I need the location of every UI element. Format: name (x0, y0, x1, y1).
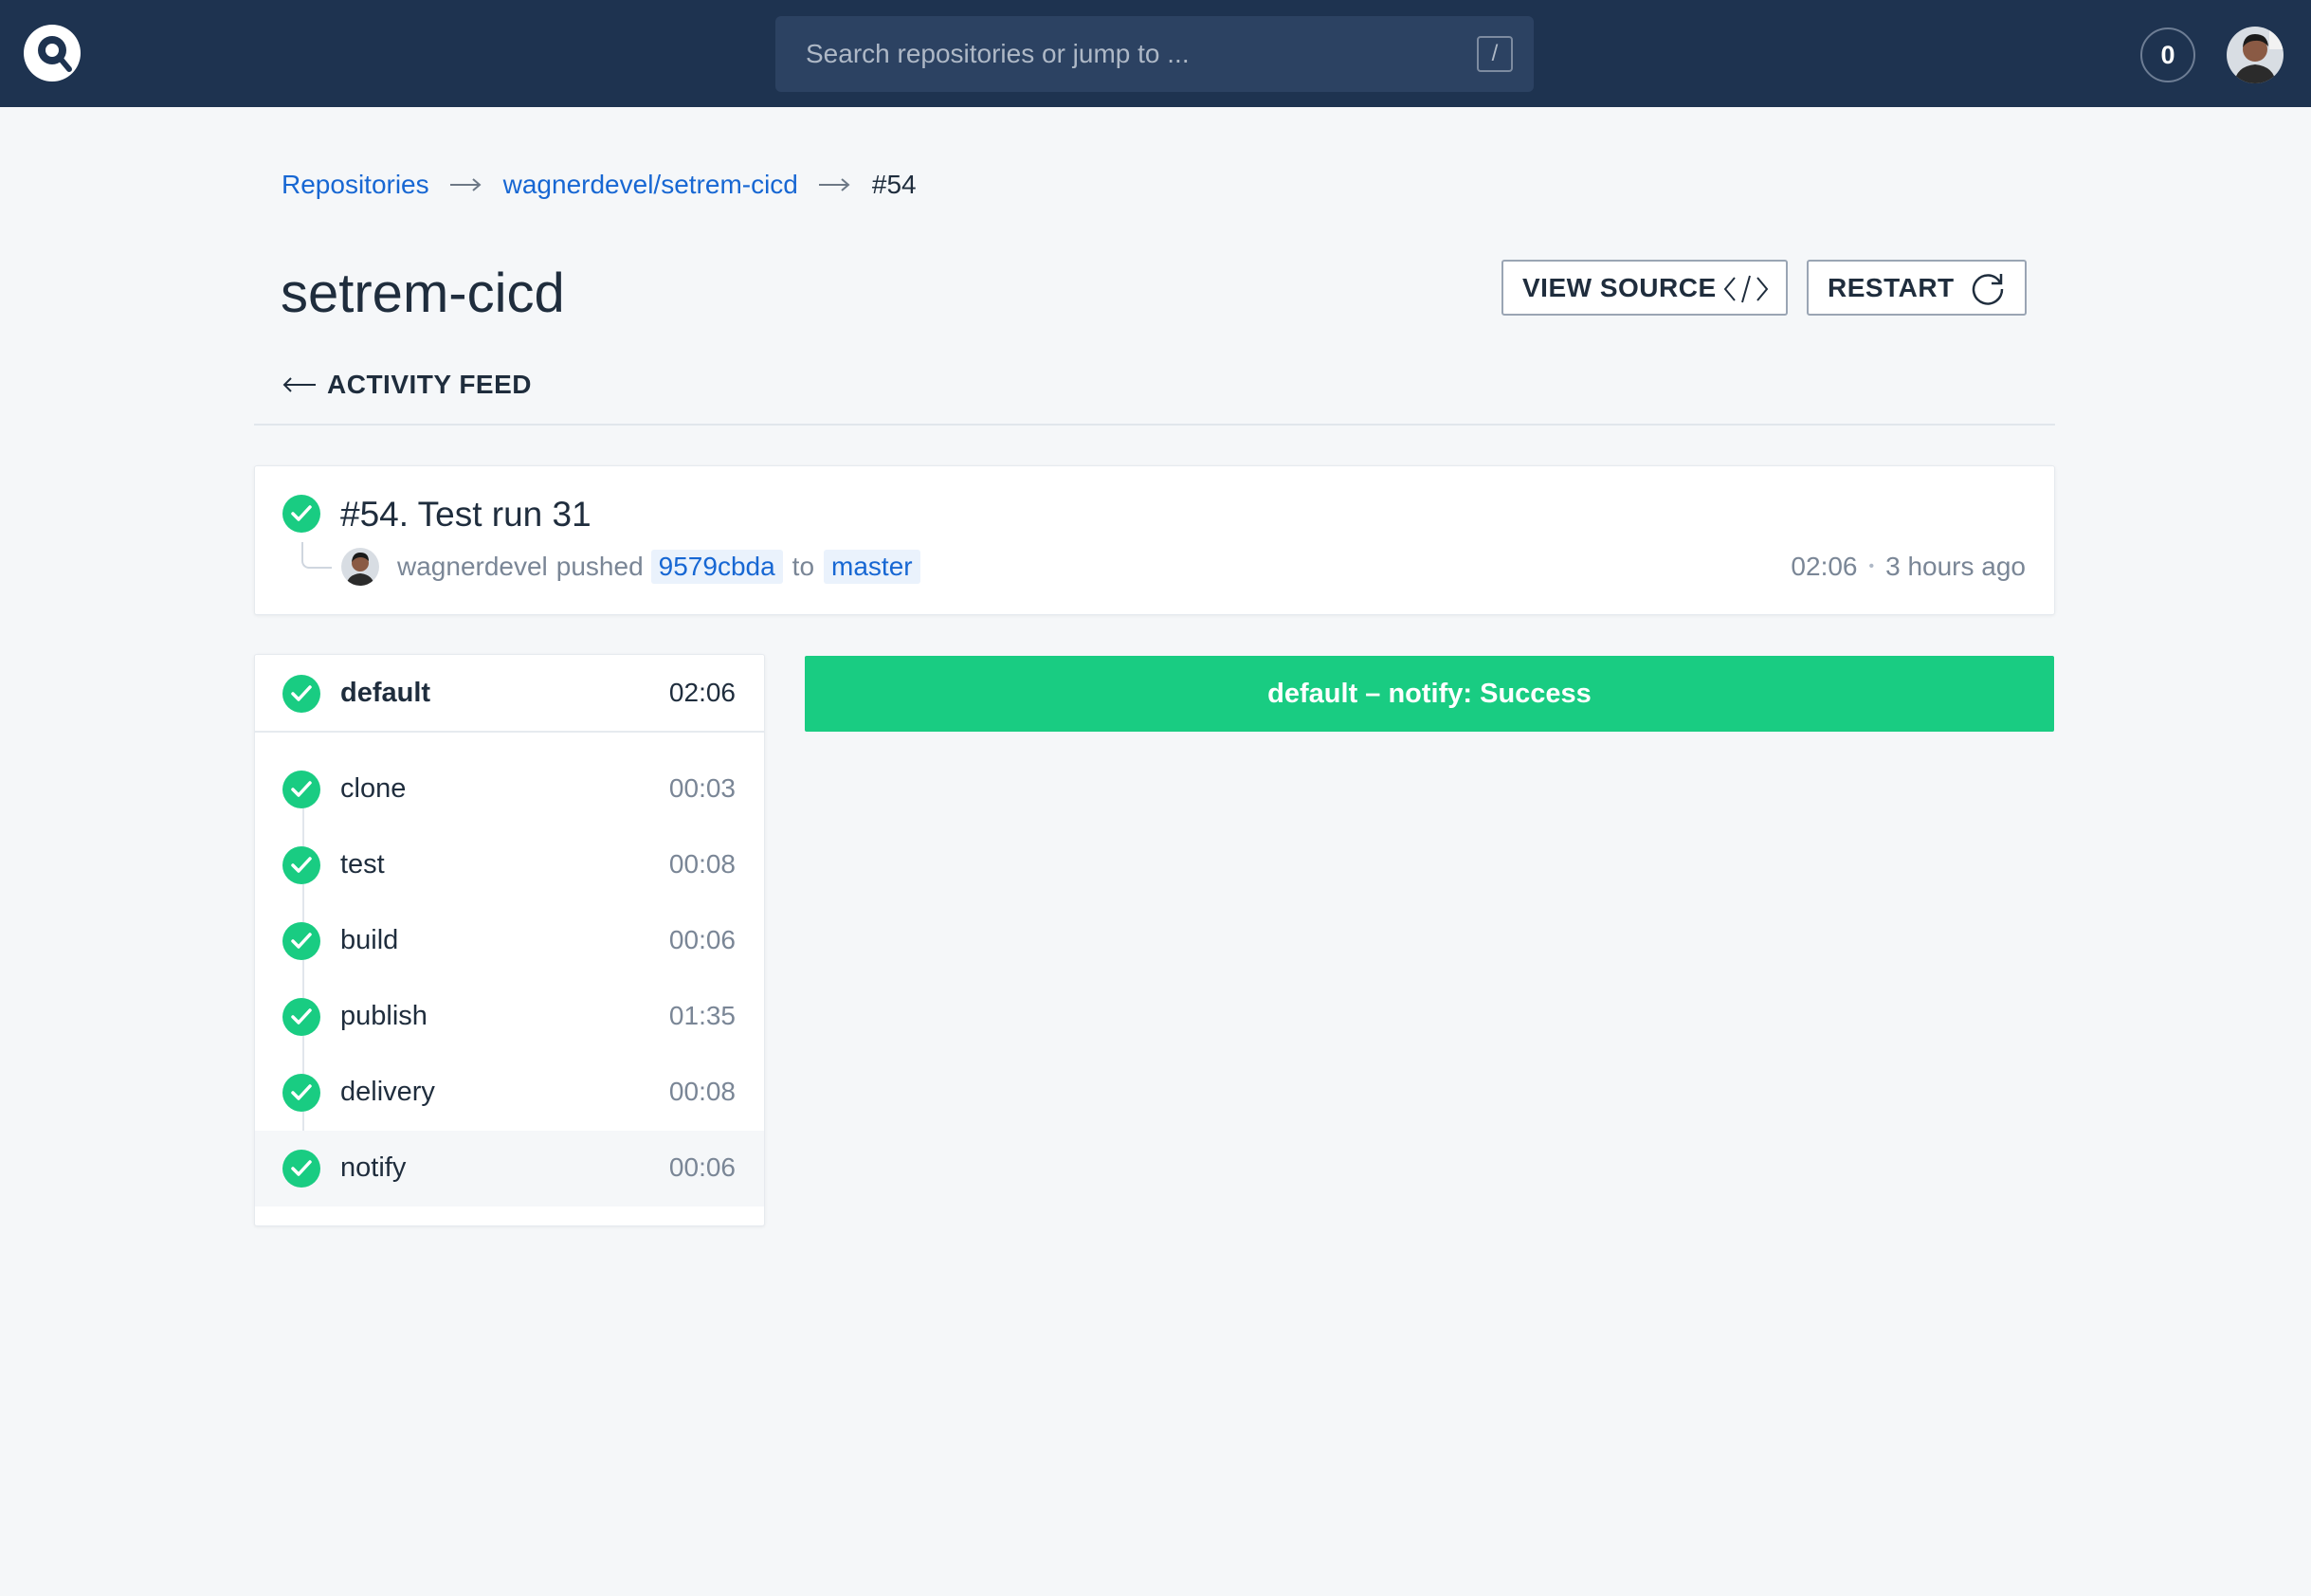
step-duration: 00:03 (668, 773, 736, 803)
activity-feed-back-link[interactable]: ACTIVITY FEED (282, 370, 532, 400)
success-check-icon (282, 922, 320, 960)
page-title: setrem-cicd (281, 263, 565, 324)
author-avatar (341, 548, 379, 586)
success-check-icon (282, 771, 320, 808)
commit-author: wagnerdevel (397, 552, 548, 581)
commit-action: pushed (555, 552, 644, 581)
breadcrumb-current-build: #54 (871, 170, 917, 199)
step-clone[interactable]: clone 00:03 (255, 752, 764, 827)
step-delivery[interactable]: delivery 00:08 (255, 1055, 764, 1131)
step-build[interactable]: build 00:06 (255, 903, 764, 979)
step-duration: 00:06 (668, 1152, 736, 1182)
commit-info: wagnerdevel pushed 9579cbda to master (397, 548, 930, 586)
build-timing: 02:06 • 3 hours ago (1791, 548, 2026, 586)
step-duration: 00:08 (668, 1077, 736, 1106)
breadcrumb: Repositories wagnerdevel/setrem-cicd #54 (282, 166, 917, 204)
build-title: #54. Test run 31 (340, 495, 591, 534)
top-navigation-bar: Search repositories or jump to ... / 0 (0, 0, 2311, 107)
search-shortcut-key: / (1477, 36, 1513, 72)
user-avatar[interactable] (2227, 27, 2284, 83)
arrow-left-icon (282, 377, 316, 392)
search-input[interactable]: Search repositories or jump to ... / (775, 16, 1534, 92)
view-source-label: VIEW SOURCE (1522, 272, 1717, 302)
notification-count-button[interactable]: 0 (2140, 27, 2195, 82)
step-name: delivery (340, 1077, 435, 1107)
arrow-right-icon (818, 177, 851, 192)
code-icon (1723, 275, 1769, 303)
step-duration: 00:06 (668, 925, 736, 954)
step-status-banner: default – notify: Success (805, 656, 2054, 732)
pipeline-header[interactable]: default 02:06 (255, 655, 764, 733)
pipeline-duration: 02:06 (668, 678, 736, 707)
pipeline-steps-card: default 02:06 clone 00:03 test 00:08 bui… (254, 654, 765, 1226)
step-name: test (340, 849, 385, 880)
step-publish[interactable]: publish 01:35 (255, 979, 764, 1055)
commit-sha-link[interactable]: 9579cbda (650, 550, 783, 584)
success-check-icon (282, 998, 320, 1036)
step-name: notify (340, 1152, 407, 1183)
refresh-icon (1972, 274, 2004, 305)
build-summary-card: #54. Test run 31 wagnerdevel pushed 9579… (254, 465, 2055, 615)
step-notify[interactable]: notify 00:06 (255, 1131, 764, 1206)
step-name: build (340, 925, 399, 955)
step-name: clone (340, 773, 407, 804)
branch-link[interactable]: master (824, 550, 920, 584)
arrow-right-icon (449, 177, 482, 192)
drone-logo-icon[interactable] (22, 23, 82, 83)
build-started: 3 hours ago (1885, 552, 2026, 581)
success-check-icon (282, 1074, 320, 1112)
view-source-button[interactable]: VIEW SOURCE (1501, 260, 1788, 316)
step-test[interactable]: test 00:08 (255, 827, 764, 903)
success-check-icon (282, 675, 320, 713)
step-duration: 01:35 (668, 1001, 736, 1030)
build-duration: 02:06 (1791, 552, 1858, 581)
success-check-icon (282, 495, 320, 533)
pipeline-name: default (340, 678, 431, 708)
breadcrumb-repo-link[interactable]: wagnerdevel/setrem-cicd (503, 170, 798, 200)
breadcrumb-repositories-link[interactable]: Repositories (282, 170, 429, 200)
restart-label: RESTART (1828, 272, 1955, 302)
success-check-icon (282, 1150, 320, 1188)
search-placeholder: Search repositories or jump to ... (806, 39, 1190, 68)
step-name: publish (340, 1001, 428, 1031)
timing-separator: • (1868, 558, 1875, 574)
success-check-icon (282, 846, 320, 884)
step-duration: 00:08 (668, 849, 736, 879)
tree-connector (301, 542, 332, 569)
activity-feed-label: ACTIVITY FEED (327, 370, 533, 399)
commit-to-label: to (792, 552, 815, 581)
restart-button[interactable]: RESTART (1807, 260, 2027, 316)
header-divider (254, 424, 2055, 426)
